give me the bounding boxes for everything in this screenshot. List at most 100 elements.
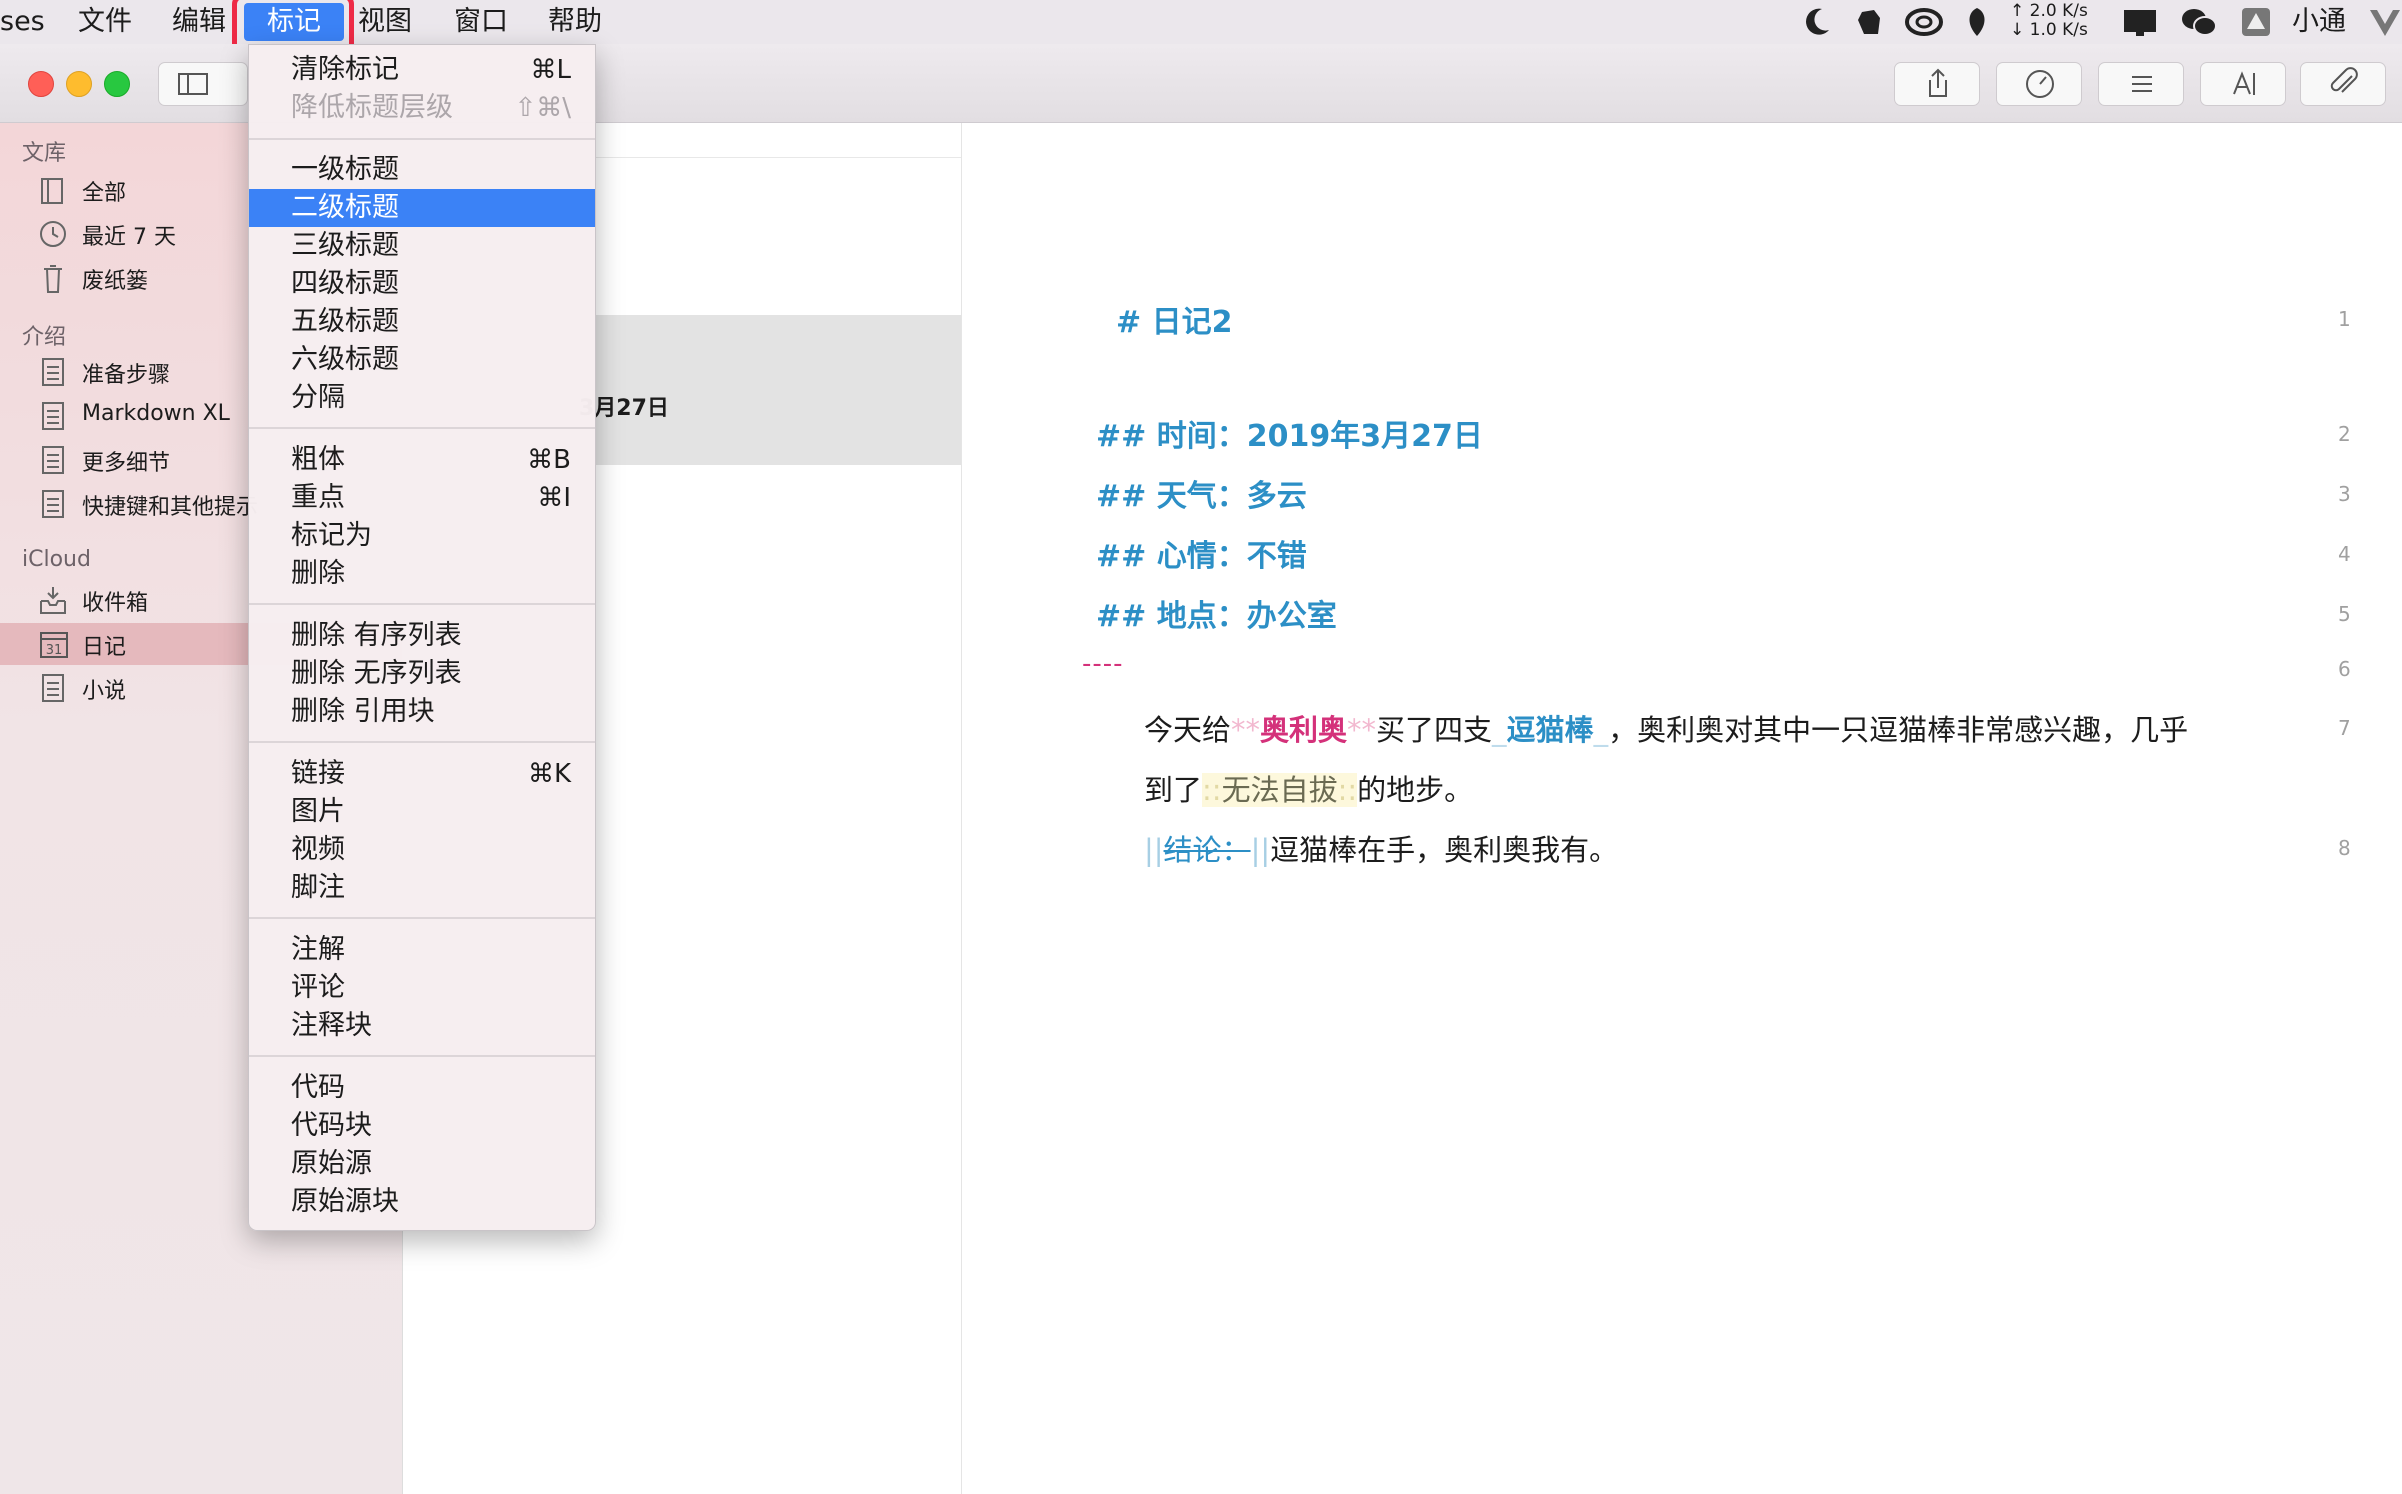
document-icon <box>42 358 64 386</box>
sidebar-item-label: 废纸篓 <box>82 269 149 294</box>
text-run: 的地步。 <box>1357 773 1474 807</box>
user-name[interactable]: 小通 <box>2292 4 2346 40</box>
paperclip-icon <box>2330 67 2358 93</box>
menu-item-bold[interactable]: 粗体 ⌘B <box>249 441 595 479</box>
speed-unit: K/s <box>2062 20 2088 40</box>
section-title: 介绍 <box>22 325 67 350</box>
toggle-sidebar-button[interactable] <box>158 62 248 106</box>
highlight-marker: :: <box>1337 773 1358 807</box>
display-icon[interactable] <box>2122 6 2158 38</box>
menu-item-label: 原始源 <box>291 1148 372 1179</box>
markup-dropdown-menu: 清除标记 ⌘L 降低标题层级 ⇧⌘\ 一级标题 二级标题 三级标题 四级标题 五级标… <box>248 44 596 1231</box>
heading-2-place: ## 地点：办公室 <box>1096 591 1337 635</box>
menu-item-label: 代码 <box>291 1072 345 1103</box>
line-number: 1 <box>2338 307 2351 331</box>
menu-item-label: 清除标记 <box>291 54 399 85</box>
inbox-icon <box>40 587 66 614</box>
menu-window[interactable]: 窗口 <box>454 4 508 40</box>
zoom-button[interactable] <box>104 71 130 97</box>
underline-marker: _ <box>1492 713 1507 747</box>
menu-item-video[interactable]: 视频 <box>249 831 595 869</box>
menu-item-label: 四级标题 <box>291 268 399 299</box>
menu-item-heading-6[interactable]: 六级标题 <box>249 341 595 379</box>
menu-item-raw-source[interactable]: 原始源 <box>249 1145 595 1183</box>
speed-unit: K/s <box>2062 1 2088 21</box>
document-icon <box>42 402 64 430</box>
font-button[interactable] <box>2200 62 2286 106</box>
minimize-button[interactable] <box>66 71 92 97</box>
gauge-icon <box>2026 70 2054 98</box>
menu-item-clear-markup[interactable]: 清除标记 ⌘L <box>249 51 595 89</box>
menu-item-remove-blockquote[interactable]: 删除 引用块 <box>249 693 595 731</box>
menu-item-heading-5[interactable]: 五级标题 <box>249 303 595 341</box>
leaf-icon[interactable] <box>1962 6 1992 38</box>
menu-item-footnote[interactable]: 脚注 <box>249 869 595 907</box>
wechat-icon[interactable] <box>2180 6 2218 38</box>
moon-icon[interactable] <box>1802 6 1832 38</box>
sidebar-item-label: 准备步骤 <box>82 363 171 388</box>
menu-item-heading-1[interactable]: 一级标题 <box>249 151 595 189</box>
menu-item-code[interactable]: 代码 <box>249 1069 595 1107</box>
menu-item-heading-4[interactable]: 四级标题 <box>249 265 595 303</box>
text-run: ，奥利奥对其中一只逗猫棒非常感兴趣，几乎 <box>1608 713 2189 747</box>
close-button[interactable] <box>28 71 54 97</box>
deleted-text: 结论： <box>1163 833 1251 867</box>
app-menu[interactable]: ses <box>0 4 45 40</box>
document-icon <box>42 446 64 474</box>
sidebar-item-label: 收件箱 <box>82 591 149 616</box>
heading-marker: ## <box>1096 599 1147 634</box>
menu-item-raw-source-block[interactable]: 原始源块 <box>249 1183 595 1221</box>
bold-text: 奥利奥 <box>1260 713 1348 747</box>
menu-help[interactable]: 帮助 <box>548 4 602 40</box>
menu-item-image[interactable]: 图片 <box>249 793 595 831</box>
line-number: 5 <box>2338 602 2351 626</box>
menu-item-mark-as[interactable]: 标记为 <box>249 517 595 555</box>
menu-item-emphasis[interactable]: 重点 ⌘I <box>249 479 595 517</box>
menu-item-comment-block[interactable]: 注释块 <box>249 1007 595 1045</box>
drive-icon[interactable] <box>2240 6 2272 38</box>
share-icon <box>1929 68 1947 97</box>
menu-item-remove-unordered-list[interactable]: 删除 无序列表 <box>249 655 595 693</box>
calendar-icon: 31 <box>40 632 68 658</box>
sidebar-item-label: 快捷键和其他提示 <box>82 495 259 520</box>
share-button[interactable] <box>1894 62 1980 106</box>
menu-view[interactable]: 视图 <box>358 4 412 40</box>
text-run: 买了四支 <box>1376 713 1493 747</box>
document-icon <box>42 490 64 518</box>
menu-item-label: 二级标题 <box>291 192 399 223</box>
statistics-button[interactable] <box>1996 62 2082 106</box>
menu-file[interactable]: 文件 <box>78 4 132 40</box>
download-speed: 1.0 <box>2029 20 2057 40</box>
line-number: 7 <box>2338 716 2351 740</box>
menu-item-label: 脚注 <box>291 872 345 903</box>
menu-item-comment[interactable]: 评论 <box>249 969 595 1007</box>
editor[interactable]: 1 2 3 4 5 6 7 8 # 日记2 ## 时间：2019年3月27日 #… <box>962 123 2402 1494</box>
vue-icon[interactable] <box>2368 6 2402 38</box>
highlight-span: ::无法自拔:: <box>1202 773 1358 807</box>
menu-item-heading-3[interactable]: 三级标题 <box>249 227 595 265</box>
menu-item-remove-ordered-list[interactable]: 删除 有序列表 <box>249 617 595 655</box>
creative-cloud-icon[interactable] <box>1904 6 1944 38</box>
heading-marker: ## <box>1096 479 1147 514</box>
heading-2-weather: ## 天气：多云 <box>1096 471 1307 515</box>
menu-item-code-block[interactable]: 代码块 <box>249 1107 595 1145</box>
heading-value: 2019年3月27日 <box>1246 419 1483 454</box>
underline-marker: _ <box>1593 713 1609 747</box>
library-icon <box>41 178 63 204</box>
highlight-text: 无法自拔 <box>1221 773 1338 807</box>
menu-edit[interactable]: 编辑 <box>172 4 226 40</box>
menu-item-shortcut: ⌘L <box>530 55 572 85</box>
menu-item-separator[interactable]: 分隔 <box>249 379 595 417</box>
attach-button[interactable] <box>2300 62 2386 106</box>
menu-item-delete[interactable]: 删除 <box>249 555 595 593</box>
delete-marker: || <box>1250 833 1271 867</box>
underline-text: 逗猫棒 <box>1506 713 1594 747</box>
bold-marker: ** <box>1347 713 1377 747</box>
network-speed: ↑ 2.0 K/s ↓ 1.0 K/s <box>2010 1 2088 40</box>
menu-item-shortcut: ⇧⌘\ <box>514 93 571 123</box>
evernote-icon[interactable] <box>1854 6 1884 38</box>
menu-item-annotation[interactable]: 注解 <box>249 931 595 969</box>
menu-item-heading-2[interactable]: 二级标题 <box>249 189 595 227</box>
toc-button[interactable] <box>2098 62 2184 106</box>
menu-item-link[interactable]: 链接 ⌘K <box>249 755 595 793</box>
